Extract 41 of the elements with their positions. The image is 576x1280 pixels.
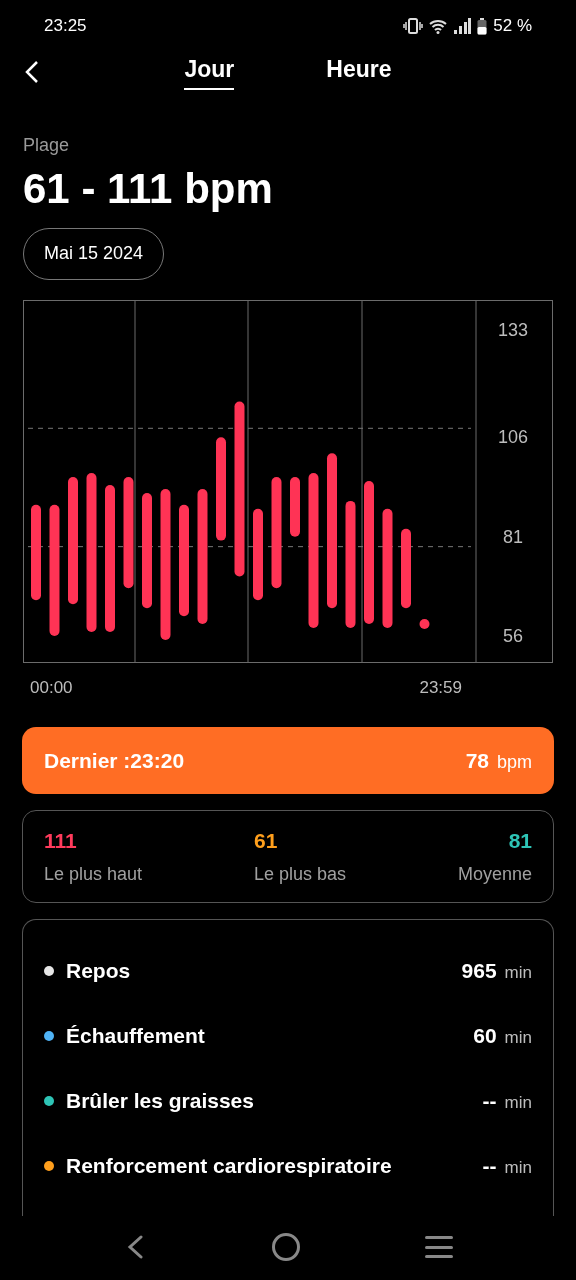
zone-unit: min bbox=[504, 1026, 532, 1049]
axis-label: 106 bbox=[498, 426, 528, 447]
reading-dot bbox=[419, 618, 430, 629]
vibrate-icon bbox=[403, 18, 424, 34]
wifi-icon bbox=[429, 18, 448, 34]
stat-value: 111 bbox=[44, 828, 77, 855]
recent-apps-button[interactable] bbox=[425, 1236, 454, 1258]
stat-value: 81 bbox=[508, 828, 532, 855]
zone-name: Renforcement cardiorespiratoire bbox=[66, 1152, 392, 1179]
range-value: 61 - 111 bpm bbox=[23, 164, 274, 214]
latest-value: 78 bbox=[465, 747, 489, 774]
zone-value: -- bbox=[482, 1087, 497, 1114]
latest-time: Dernier :23:20 bbox=[44, 747, 185, 774]
stat-value: 61 bbox=[253, 828, 278, 855]
zone-name: Échauffement bbox=[66, 1022, 205, 1049]
time-label: 23:59 bbox=[419, 676, 462, 699]
axis-label: 81 bbox=[503, 526, 523, 547]
range-label: Plage bbox=[23, 134, 71, 157]
stat-label: Moyenne bbox=[457, 862, 532, 886]
clock: 23:25 bbox=[44, 15, 87, 38]
tab[interactable]: Heure bbox=[326, 52, 392, 90]
battery-icon bbox=[477, 17, 488, 35]
stat-label: Le plus bas bbox=[253, 862, 347, 886]
zone-value: 965 bbox=[461, 957, 497, 984]
battery-percent: 52 % bbox=[493, 15, 532, 38]
latest-unit: bpm bbox=[497, 750, 532, 774]
zone-name: Repos bbox=[66, 957, 131, 984]
axis-label: 56 bbox=[503, 625, 523, 646]
zone-unit: min bbox=[504, 1091, 532, 1114]
home-button[interactable] bbox=[272, 1233, 300, 1261]
tab[interactable]: Jour bbox=[184, 52, 235, 90]
signal-icon bbox=[453, 18, 472, 34]
zone-unit: min bbox=[504, 961, 532, 984]
stat-label: Le plus haut bbox=[44, 862, 143, 886]
zone-unit: min bbox=[504, 1156, 532, 1179]
range-bar bbox=[290, 476, 300, 537]
axis-label: 133 bbox=[498, 319, 528, 340]
zone-name: Brûler les graisses bbox=[66, 1087, 254, 1114]
zone-value: 60 bbox=[473, 1022, 497, 1049]
time-label: 00:00 bbox=[30, 676, 73, 699]
zone-value: -- bbox=[482, 1152, 497, 1179]
